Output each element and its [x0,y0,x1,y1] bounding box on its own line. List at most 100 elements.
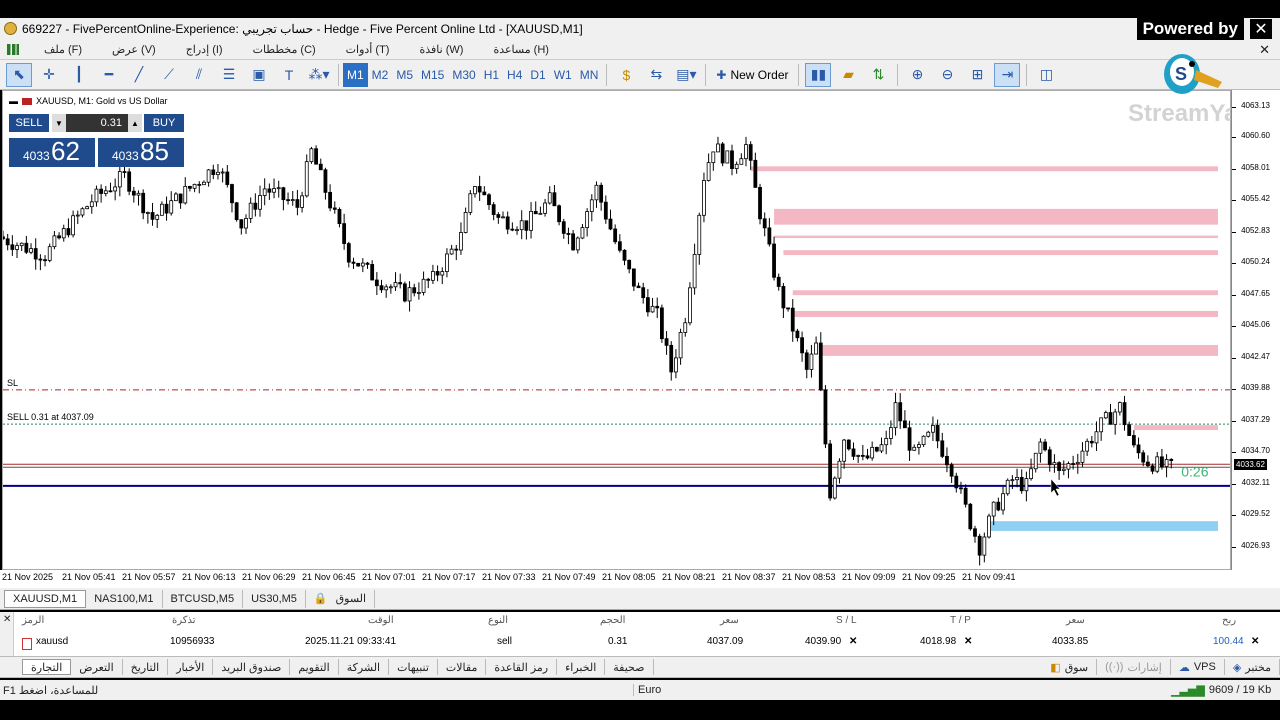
candles-icon[interactable]: ▮▮ [805,62,832,87]
tab-experts[interactable]: الخبراء [557,659,606,675]
tab-mailbox[interactable]: صندوق البريد [213,659,291,675]
tab-journal[interactable]: صحيفة [605,659,654,675]
sell-price-box[interactable]: 4033 62 [9,136,95,167]
remove-tp-icon[interactable]: ✕ [964,636,972,647]
chart-menu-icon[interactable]: ▬ [9,96,18,106]
volume-field[interactable]: ▼ 0.31 ▲ [52,114,142,132]
tab-exposure[interactable]: التعرض [71,659,123,675]
algo-trading-icon[interactable]: ⇆ [643,63,669,87]
menu-file[interactable]: ملف (F) [29,43,97,56]
market-button[interactable]: ◧ سوق [1042,659,1098,675]
channel-icon[interactable]: ⫽ [186,63,212,87]
col-volume[interactable]: الحجم [600,615,625,626]
tf-m1[interactable]: M1 [343,62,368,87]
tf-m15[interactable]: M15 [417,63,448,87]
shapes-icon[interactable]: ▣ [246,63,272,87]
text-icon[interactable]: T [276,63,302,87]
volume-up-icon[interactable]: ▲ [128,114,142,132]
tab-history[interactable]: التاريخ [123,659,169,675]
signals-icon[interactable]: ⇅ [865,63,891,87]
row-symbol[interactable]: xauusd [36,636,68,647]
menu-charts[interactable]: مخططات (C) [238,43,331,56]
tf-mn[interactable]: MN [576,63,603,87]
new-order-button[interactable]: ✚ New Order [710,68,794,82]
screenshot-icon[interactable]: ◫ [1033,63,1059,87]
col-type[interactable]: النوع [488,615,508,626]
candle-body [99,188,104,194]
menu-window[interactable]: نافذة (W) [404,43,478,56]
tf-m30[interactable]: M30 [448,63,479,87]
trendline-icon[interactable]: ╱ [126,63,152,87]
time-axis[interactable]: 21 Nov 2025 21 Nov 05:41 21 Nov 05:57 21 No… [0,570,1280,588]
buy-price-box[interactable]: 4033 85 [98,136,184,167]
candle-body [421,278,426,293]
tester-button[interactable]: ◈ مختبر [1225,659,1280,675]
close-icon[interactable]: ✕ [1250,19,1272,39]
tab-nas100[interactable]: NAS100,M1 [86,589,163,608]
zoom-out-icon[interactable]: ⊖ [934,63,960,87]
autoscroll-icon[interactable]: ⇥ [994,62,1021,87]
price-chart[interactable]: SL SELL 0.31 at 4037.09 0:26 ▬ XAUUSD, M1: … [2,90,1231,570]
col-profit[interactable]: ربح [1222,615,1236,626]
menu-help[interactable]: مساعدة (H) [478,43,564,56]
close-toolbox-icon[interactable]: ✕ [3,614,11,625]
window-title: 669227 - FivePercentOnline-Experience: ح… [22,22,583,36]
tf-h4[interactable]: H4 [503,63,526,87]
tab-alerts[interactable]: تنبيهات [389,659,438,675]
tab-btcusd[interactable]: BTCUSD,M5 [163,589,244,608]
col-current-price[interactable]: سعر [1066,615,1085,626]
zoom-in-icon[interactable]: ⊕ [904,63,930,87]
tab-code-base[interactable]: رمز القاعدة [486,659,558,675]
row-volume: 0.31 [608,636,628,647]
col-ticket[interactable]: تذكرة [172,615,196,626]
dollar-icon[interactable]: $ [613,63,639,87]
crosshair-icon[interactable]: ✛ [36,63,62,87]
row-sl[interactable]: 4039.90 [805,636,841,647]
candle-body [477,186,482,193]
col-price[interactable]: سعر [720,615,739,626]
tab-market[interactable]: 🔒 السوق [306,589,376,608]
fibonacci-icon[interactable]: ☰ [216,63,242,87]
indicators-icon[interactable]: ▤▾ [673,63,699,87]
cursor-icon[interactable]: ⬉ [6,62,32,87]
tab-us30[interactable]: US30,M5 [243,589,306,608]
signals-button[interactable]: ((·)) إشارات [1097,659,1171,675]
buy-button[interactable]: BUY [144,114,184,132]
tf-h1[interactable]: H1 [480,63,503,87]
ray-icon[interactable]: ⟋ [156,63,182,87]
tab-company[interactable]: الشركة [339,659,390,675]
tf-m5[interactable]: M5 [392,63,417,87]
row-tp[interactable]: 4018.98 [920,636,956,647]
tf-m2[interactable]: M2 [368,63,393,87]
tab-news[interactable]: الأخبار [168,659,214,675]
candle-body [24,242,29,253]
menu-tools[interactable]: أدوات (T) [331,43,405,56]
tab-calendar[interactable]: التقويم [290,659,339,675]
tf-d1[interactable]: D1 [526,63,549,87]
volume-down-icon[interactable]: ▼ [52,114,66,132]
col-time[interactable]: الوقت [368,615,394,626]
objects-icon[interactable]: ⁂▾ [306,63,332,87]
col-sl[interactable]: S / L [836,615,857,626]
horizontal-line-icon[interactable]: ━ [96,63,122,87]
col-symbol[interactable]: الرمز [22,615,44,626]
sell-button[interactable]: SELL [9,114,49,132]
toolbox-side-strip[interactable]: ✕ [0,612,14,658]
tab-articles[interactable]: مقالات [438,659,487,675]
grid-icon[interactable]: ⊞ [964,63,990,87]
vps-button[interactable]: ☁ VPS [1171,659,1225,675]
remove-sl-icon[interactable]: ✕ [849,636,857,647]
menu-close-icon[interactable]: ✕ [1259,42,1270,58]
close-position-icon[interactable]: ✕ [1251,636,1259,647]
price-axis[interactable]: 4063.13 4060.60 4058.01 4055.42 4052.83 4050.… [1231,90,1280,570]
menu-view[interactable]: عرض (V) [97,43,171,56]
vertical-line-icon[interactable]: ┃ [66,63,92,87]
candlestick-chart[interactable]: SL SELL 0.31 at 4037.09 0:26 [3,91,1231,570]
col-tp[interactable]: T / P [950,615,971,626]
menu-insert[interactable]: إدراج (I) [171,43,238,56]
candle-body [716,143,720,153]
folder-icon[interactable]: ▰ [835,63,861,87]
tf-w1[interactable]: W1 [550,63,576,87]
tab-trade[interactable]: التجارة [22,659,72,675]
tab-xauusd[interactable]: XAUUSD,M1 [4,589,87,608]
